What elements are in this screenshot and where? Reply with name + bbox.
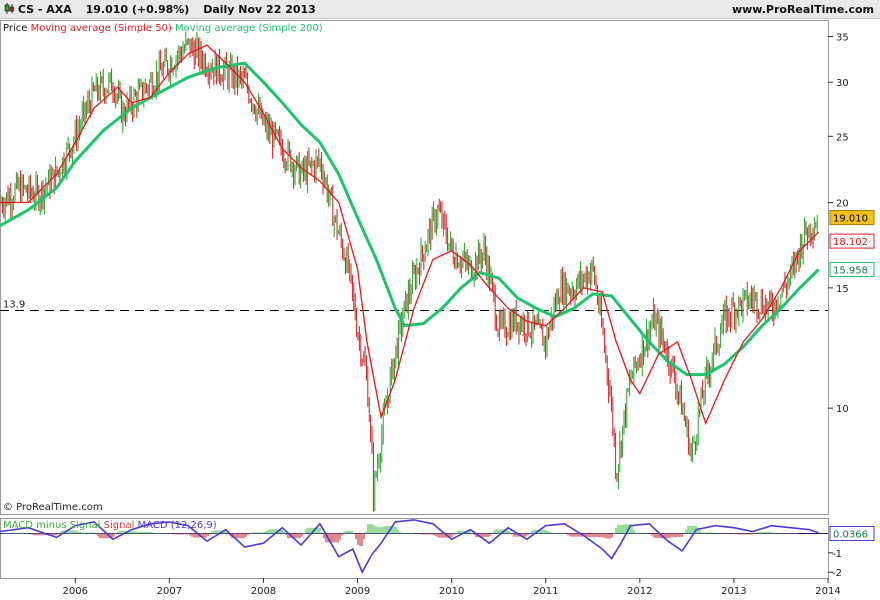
symbol-label: CS - AXA (17, 3, 72, 16)
macd-legend-item: MACD minus Signal (3, 520, 100, 531)
macd-y-tick-label: -1 (832, 549, 842, 560)
header-left: CS - AXA 19.010 (+0.98%) Daily Nov 22 20… (4, 3, 316, 16)
threshold-label: 13.9 (3, 299, 25, 310)
chart-window: CS - AXA 19.010 (+0.98%) Daily Nov 22 20… (0, 0, 880, 600)
svg-text:15.958: 15.958 (833, 266, 868, 277)
sma200-badge: 15.958 (829, 262, 875, 278)
date-label: Nov 22 2013 (238, 3, 316, 16)
x-tick-label: 2011 (533, 586, 558, 597)
x-tick-label: 2013 (721, 586, 746, 597)
x-tick-label: 2009 (345, 586, 370, 597)
sma50-badge: 18.102 (829, 233, 875, 249)
macd-y-tick-label: -2 (832, 568, 842, 579)
x-tick-label: 2008 (251, 586, 276, 597)
price-chart[interactable]: 10 15 20 25 30 35 2006 2007 2008 2009 2010 2011 2012… (0, 18, 880, 600)
chart-header: CS - AXA 19.010 (+0.98%) Daily Nov 22 20… (0, 0, 880, 19)
legend: Price Moving average (Simple 50) Moving … (3, 23, 323, 34)
quote-label: 19.010 (+0.98%) (85, 3, 190, 16)
candlestick-icon (4, 3, 15, 14)
macd-badge: 0.0366 (829, 525, 875, 541)
y-tick-label: 30 (836, 78, 849, 89)
y-tick-label: 25 (836, 132, 849, 143)
svg-text:0.0366: 0.0366 (833, 529, 868, 540)
legend-item: Moving average (Simple 200) (172, 23, 323, 34)
price-badge: 19.010 (829, 210, 875, 226)
x-tick-label: 2014 (815, 586, 840, 597)
y-tick-label: 15 (836, 284, 849, 295)
y-tick-label: 10 (836, 404, 849, 415)
watermark: © ProRealTime.com (3, 502, 103, 513)
macd-legend-item: Signal (100, 520, 134, 531)
y-tick-label: 35 (836, 32, 849, 43)
legend-item: Moving average (Simple 50) (27, 23, 172, 34)
x-tick-label: 2010 (439, 586, 464, 597)
site-label: www.ProRealTime.com (731, 3, 874, 16)
legend-item: Price (3, 23, 27, 34)
x-tick-label: 2012 (627, 586, 652, 597)
x-tick-label: 2007 (157, 586, 182, 597)
macd-legend: MACD minus Signal Signal MACD (12,26,9) (3, 520, 217, 531)
svg-text:19.010: 19.010 (833, 214, 868, 225)
macd-legend-item: MACD (12,26,9) (134, 520, 216, 531)
y-tick-label: 20 (836, 199, 849, 210)
period-label: Daily (203, 3, 235, 16)
x-tick-label: 2006 (63, 586, 88, 597)
svg-text:18.102: 18.102 (833, 237, 868, 248)
